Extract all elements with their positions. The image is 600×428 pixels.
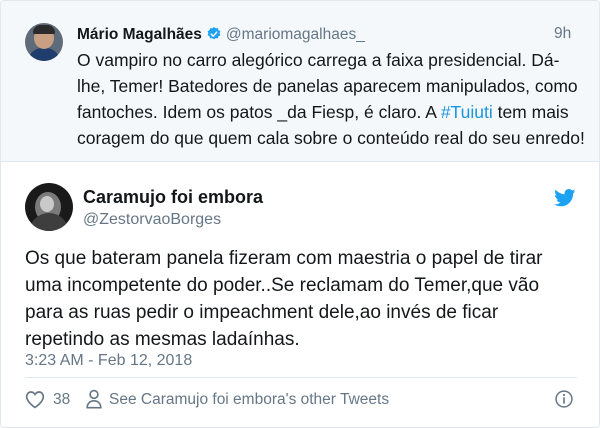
quoted-author-avatar[interactable] [25,23,63,61]
author-name[interactable]: Caramujo foi embora [83,187,263,208]
divider [25,377,577,378]
heart-icon[interactable] [25,390,45,409]
verified-badge-icon [207,27,221,40]
quoted-tweet[interactable]: Mário Magalhães @mariomagalhaes_ 9h O vam… [1,1,599,162]
tweet-date[interactable]: 3:23 AM - Feb 12, 2018 [25,352,192,370]
person-icon [86,389,102,409]
see-other-tweets-link[interactable]: See Caramujo foi embora's other Tweets [109,391,389,409]
quoted-tweet-header: Mário Magalhães @mariomagalhaes_ [77,25,365,45]
quoted-author-name[interactable]: Mário Magalhães [77,26,202,43]
author-handle[interactable]: @ZestorvaoBorges [83,211,221,229]
author-avatar[interactable] [25,183,73,231]
like-count[interactable]: 38 [53,391,70,409]
quoted-tweet-timestamp[interactable]: 9h [554,25,571,43]
twitter-bird-icon[interactable] [554,189,576,207]
tweet-embed-card: Mário Magalhães @mariomagalhaes_ 9h O vam… [0,0,600,428]
quoted-tweet-text: O vampiro no carro alegórico carrega a f… [77,47,587,151]
info-icon[interactable] [554,389,574,409]
quoted-author-handle[interactable]: @mariomagalhaes_ [226,26,365,43]
hashtag-link[interactable]: #Tuiuti [441,102,493,122]
tweet-text: Os que bateram panela fizeram com maestr… [25,248,543,350]
